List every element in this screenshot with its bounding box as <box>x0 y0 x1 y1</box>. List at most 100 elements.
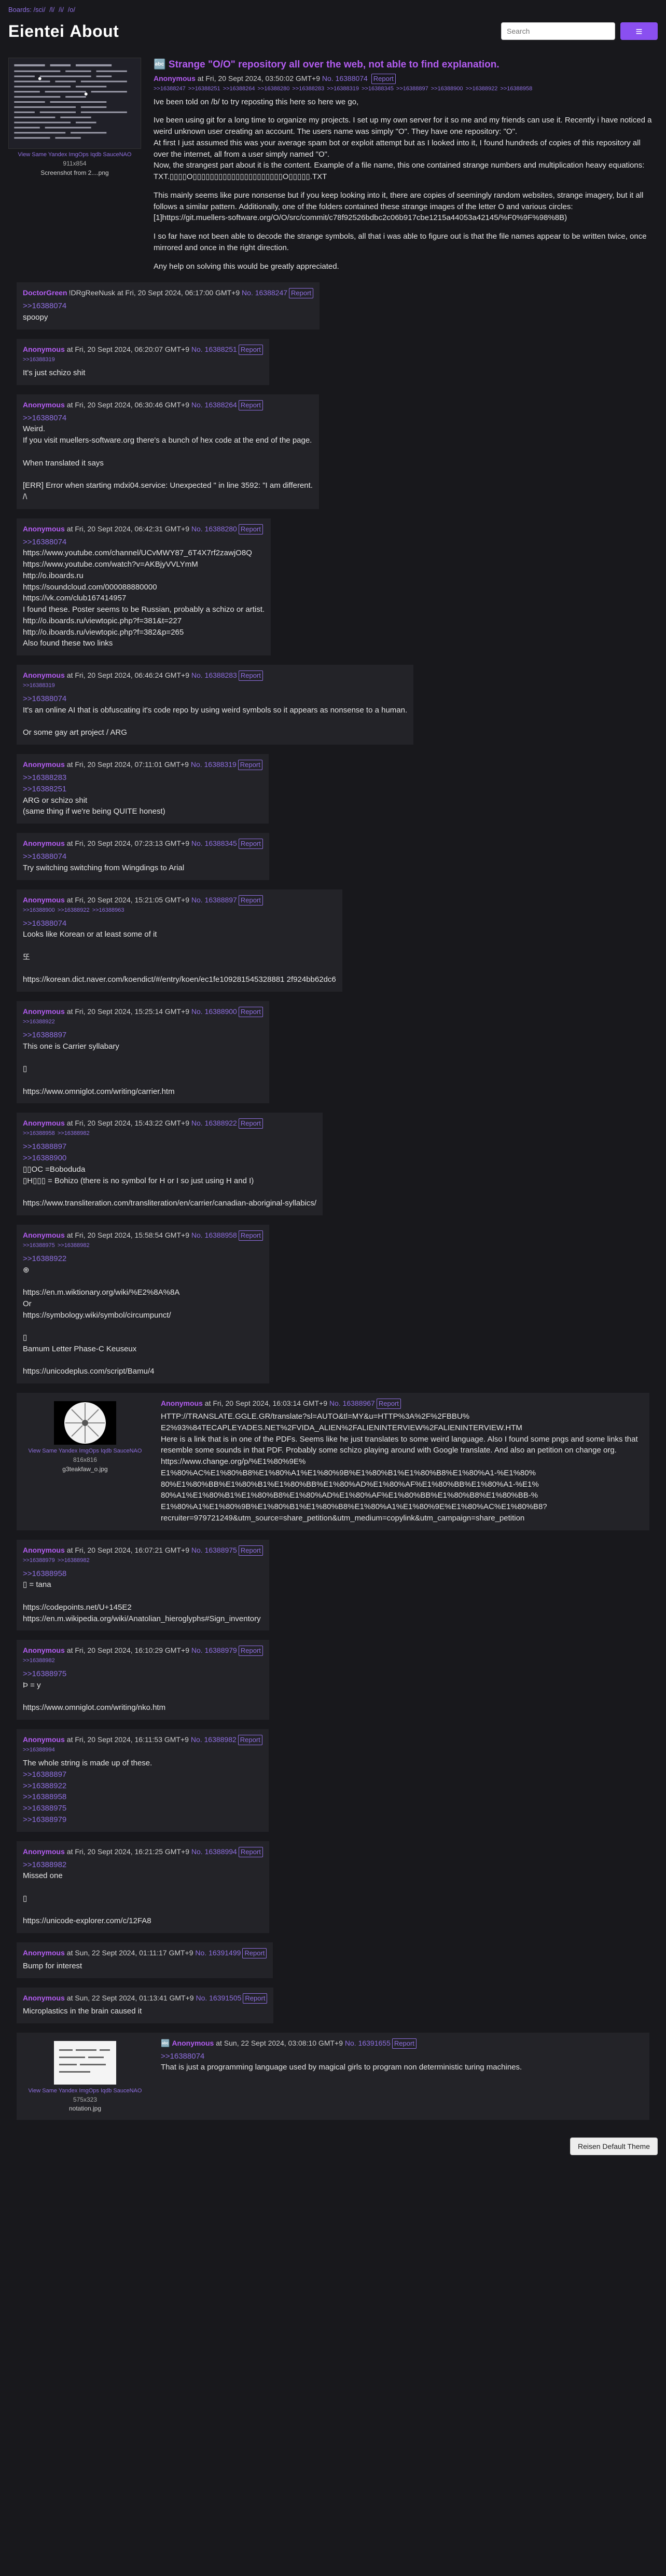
search-input[interactable] <box>501 22 615 40</box>
report-button[interactable]: Report <box>371 73 396 84</box>
post-number[interactable]: No. 16391505 <box>196 1994 241 2002</box>
op-thumbnail[interactable] <box>8 58 141 149</box>
post-number[interactable]: No. 16388074 <box>322 74 368 83</box>
reply-file-name[interactable]: notation.jpg <box>23 2104 147 2113</box>
reply-thumbnail[interactable] <box>54 2040 116 2085</box>
quote-link[interactable]: >>16388922 <box>23 1780 262 1792</box>
reply-header: Anonymous at Fri, 20 Sept 2024, 06:30:46… <box>23 400 313 410</box>
reply-backlinks[interactable]: >>16388958 >>16388982 <box>23 1130 316 1138</box>
post-number[interactable]: No. 16388345 <box>191 839 237 847</box>
op-backlinks[interactable]: >>16388247 >>16388251 >>16388264 >>16388… <box>154 85 658 93</box>
post-number[interactable]: No. 16388319 <box>191 760 237 769</box>
op-file-links[interactable]: View Same Yandex ImgOps Iqdb SauceNAO <box>8 151 141 159</box>
poster-name: Anonymous <box>23 1230 65 1239</box>
quote-link[interactable]: >>16388975 <box>23 1803 262 1814</box>
report-button[interactable]: Report <box>238 1118 263 1129</box>
op-file-name[interactable]: Screenshot from 2....png <box>8 169 141 177</box>
reply-header: Anonymous at Fri, 20 Sept 2024, 16:07:21… <box>23 1545 263 1556</box>
reply-backlinks[interactable]: >>16388982 <box>23 1657 263 1665</box>
post-number[interactable]: No. 16388247 <box>242 289 287 297</box>
quote-link[interactable]: >>16388897 <box>23 1141 316 1153</box>
reply-thumbnail[interactable] <box>54 1401 116 1445</box>
reply-backlinks[interactable]: >>16388975 >>16388982 <box>23 1242 263 1250</box>
report-button[interactable]: Report <box>238 760 262 771</box>
reply-body: Anonymous at Fri, 20 Sept 2024, 16:11:53… <box>23 1734 262 1825</box>
reply-header: Anonymous at Fri, 20 Sept 2024, 16:03:14… <box>161 1398 643 1409</box>
reply-backlinks[interactable]: >>16388319 <box>23 682 407 690</box>
post-number[interactable]: No. 16388283 <box>191 671 237 679</box>
post-number[interactable]: No. 16388982 <box>191 1735 237 1744</box>
report-button[interactable]: Report <box>376 1399 401 1409</box>
report-button[interactable]: Report <box>238 1735 262 1746</box>
reply-backlinks[interactable]: >>16388922 <box>23 1018 263 1026</box>
report-button[interactable]: Report <box>238 344 263 355</box>
reply-file-name[interactable]: g3teakfaw_o.jpg <box>23 1465 147 1474</box>
report-button[interactable]: Report <box>238 1545 263 1556</box>
reply-file-links[interactable]: View Same Yandex ImgOps Iqdb SauceNAO <box>23 2087 147 2095</box>
quote-link[interactable]: >>16388975 <box>23 1668 263 1680</box>
report-button[interactable]: Report <box>238 1007 263 1018</box>
quote-link[interactable]: >>16388283 <box>23 772 262 784</box>
post-number[interactable]: No. 16388900 <box>191 1007 237 1016</box>
footer: Reisen Default Theme <box>0 2129 666 2168</box>
report-button[interactable]: Report <box>238 839 263 849</box>
quote-link[interactable]: >>16388900 <box>23 1153 316 1164</box>
post-number[interactable]: No. 16388897 <box>191 896 237 904</box>
report-button[interactable]: Report <box>392 2038 417 2049</box>
theme-selector[interactable]: Reisen Default Theme <box>570 2137 658 2155</box>
board-link-o[interactable]: /o/ <box>68 6 75 13</box>
quote-link[interactable]: >>16388897 <box>23 1030 263 1041</box>
reply-backlinks[interactable]: >>16388900 >>16388922 >>16388963 <box>23 907 336 915</box>
quote-link[interactable]: >>16388074 <box>23 300 313 312</box>
board-link-i[interactable]: /i/ <box>59 6 64 13</box>
reply-body: Anonymous at Sun, 22 Sept 2024, 01:13:41… <box>23 1993 268 2017</box>
quote-link[interactable]: >>16388922 <box>23 1253 263 1265</box>
post-number[interactable]: No. 16388264 <box>191 401 237 409</box>
reply-text: >>16388074 spoopy <box>23 300 313 323</box>
quote-link[interactable]: >>16388958 <box>23 1791 262 1803</box>
reply-backlinks[interactable]: >>16388994 <box>23 1746 262 1755</box>
report-button[interactable]: Report <box>238 1646 263 1656</box>
quote-link[interactable]: >>16388979 <box>23 1814 262 1826</box>
quote-link[interactable]: >>16388074 <box>23 413 313 424</box>
post-number[interactable]: No. 16388979 <box>191 1646 237 1654</box>
report-button[interactable]: Report <box>238 670 263 681</box>
report-button[interactable]: Report <box>238 1846 263 1857</box>
poster-name: Anonymous <box>23 1847 65 1856</box>
report-button[interactable]: Report <box>238 400 263 410</box>
post-number[interactable]: No. 16391655 <box>345 2039 391 2047</box>
post-number[interactable]: No. 16388994 <box>191 1847 237 1856</box>
quote-link[interactable]: >>16388251 <box>23 784 262 795</box>
reply-wrap: Anonymous at Fri, 20 Sept 2024, 16:10:29… <box>0 1640 666 1729</box>
reply-line: ARG or schizo shit (same thing if we're … <box>23 796 165 816</box>
about-link[interactable]: About <box>70 22 119 40</box>
quote-link[interactable]: >>16388982 <box>23 1859 263 1871</box>
quote-link[interactable]: >>16388074 <box>23 537 265 548</box>
site-name[interactable]: Eientei <box>8 22 64 40</box>
quote-link[interactable]: >>16388074 <box>23 851 263 862</box>
post-number[interactable]: No. 16388958 <box>191 1231 237 1239</box>
report-button[interactable]: Report <box>242 1948 267 1959</box>
report-button[interactable]: Report <box>238 524 263 535</box>
quote-link[interactable]: >>16388897 <box>23 1769 262 1780</box>
post-number[interactable]: No. 16388975 <box>191 1546 237 1554</box>
board-link-l[interactable]: /l/ <box>49 6 54 13</box>
post-number[interactable]: No. 16391499 <box>195 1949 241 1957</box>
report-button[interactable]: Report <box>238 895 263 906</box>
reply-file-links[interactable]: View Same Yandex ImgOps Iqdb SauceNAO <box>23 1447 147 1456</box>
report-button[interactable]: Report <box>289 288 314 299</box>
reply-backlinks[interactable]: >>16388979 >>16388982 <box>23 1557 263 1565</box>
reply-backlinks[interactable]: >>16388319 <box>23 356 263 364</box>
post-number[interactable]: No. 16388280 <box>191 525 237 533</box>
report-button[interactable]: Report <box>243 1993 268 2004</box>
quote-link[interactable]: >>16388074 <box>161 2051 522 2062</box>
quote-link[interactable]: >>16388958 <box>23 1568 263 1580</box>
menu-button[interactable]: ≡ <box>620 22 658 40</box>
board-link-sci[interactable]: /sci/ <box>33 6 45 13</box>
post-number[interactable]: No. 16388967 <box>329 1399 375 1407</box>
post-number[interactable]: No. 16388251 <box>191 345 237 353</box>
quote-link[interactable]: >>16388074 <box>23 918 336 929</box>
post-number[interactable]: No. 16388922 <box>191 1119 237 1127</box>
quote-link[interactable]: >>16388074 <box>23 693 407 705</box>
report-button[interactable]: Report <box>238 1230 263 1241</box>
